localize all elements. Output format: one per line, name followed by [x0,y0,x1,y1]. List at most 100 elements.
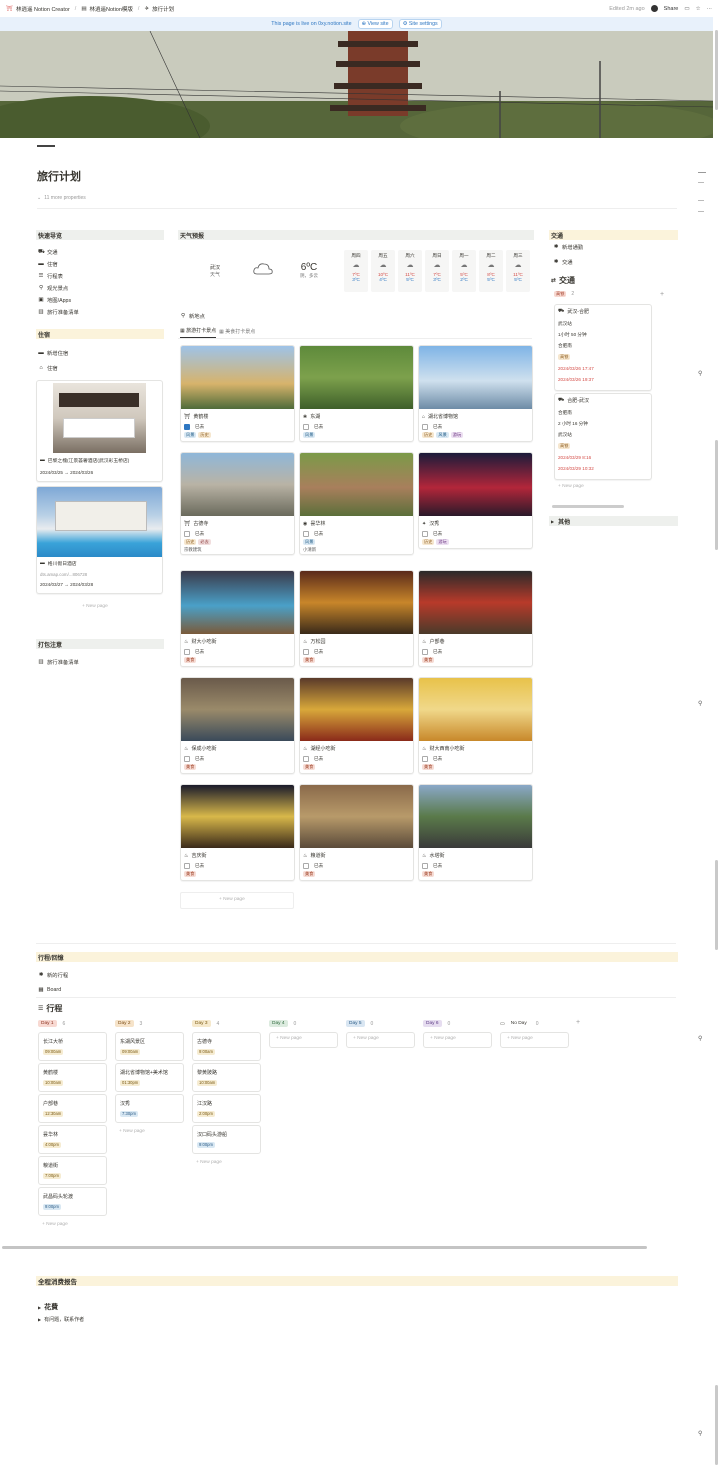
star-icon[interactable]: ☆ [696,6,701,12]
toc-marker[interactable] [698,211,704,212]
nav-item-transport[interactable]: ⛟ 交通 [38,248,58,257]
checkbox-icon[interactable] [422,531,428,537]
add-group-button[interactable]: + [660,291,664,298]
more-properties-toggle[interactable]: ⌄ 11 more properties [37,195,86,201]
itinerary-card[interactable]: 粮道街 7:00pm [38,1156,107,1185]
checkbox-icon[interactable] [422,649,428,655]
toc-marker[interactable] [698,182,704,183]
visited-checkbox[interactable]: 已去 [303,531,323,537]
scrollbar-thumb[interactable] [715,440,718,550]
new-commute-button[interactable]: ✱ 新增通勤 [553,243,584,251]
itinerary-card[interactable]: 湖北省博物馆+美术馆 01:30pm [115,1063,184,1092]
itinerary-card[interactable]: 昙华林 4:00pm [38,1125,107,1154]
spot-card[interactable]: ⛩ 古德寺 已去 历史 必去 宗教建筑 [180,452,295,555]
board-column-header[interactable]: Day 2 3 [115,1020,142,1027]
new-page-button[interactable]: + New page [42,1222,68,1227]
spot-card[interactable]: ♨ 万松园 已去 美食 [299,570,414,667]
board-column-header[interactable]: Day 5 0 [346,1020,373,1027]
more-icon[interactable]: ··· [707,6,713,12]
new-spot-button[interactable]: ⚲ 新地点 [180,312,205,320]
itinerary-card[interactable]: 长江大桥 09:00am [38,1032,107,1061]
spot-card[interactable]: ⌂ 湖北省博物馆 已去 历史 风景 游玩 [418,345,533,442]
visited-checkbox[interactable]: 已去 [184,863,204,869]
tab-food[interactable]: ▦ 美食打卡景点 [219,328,255,338]
toc-marker[interactable] [698,172,706,173]
hotel-url[interactable]: dts.amap.com/...806728 [40,572,87,577]
visited-checkbox[interactable]: 已去 [184,649,204,655]
other-toggle[interactable]: ▶ 其他 [549,516,678,526]
transport-db-link[interactable]: ✱ 交通 [553,258,573,266]
breadcrumb-item-3[interactable]: 旅行计划 [152,5,174,13]
spot-card[interactable]: ♨ 财大小吃街 已去 美食 [180,570,295,667]
visited-checkbox[interactable]: 已去 [422,649,442,655]
itinerary-card[interactable]: 古德寺 9:00am [192,1032,261,1061]
ai-icon[interactable]: ⚲ [698,1430,702,1437]
itinerary-card[interactable]: 汉秀 7:30pm [115,1094,184,1123]
ai-icon[interactable]: ⚲ [698,370,702,377]
scrollbar-thumb[interactable] [715,1385,718,1465]
checkbox-icon[interactable] [303,649,309,655]
spot-card[interactable]: ⛩ 黄鹤楼 已去 风景 历史 [180,345,295,442]
spot-card[interactable]: ♨ 财大西南小吃街 已去 美食 [418,677,533,774]
tab-sightseeing[interactable]: ▦ 旅游打卡景点 [180,327,217,338]
new-page-button[interactable]: + New page [500,1032,569,1048]
new-page-button[interactable]: + New page [119,1129,145,1134]
itinerary-card[interactable]: 武昌码头轮渡 9:00pm [38,1187,107,1216]
ai-icon[interactable]: ⚲ [698,700,702,707]
visited-checkbox[interactable]: 已去 [422,424,442,430]
itinerary-card[interactable]: 东湖风景区 09:00am [115,1032,184,1061]
share-button[interactable]: Share [664,6,679,12]
nav-item-schedule[interactable]: ☰ 行程表 [38,272,63,280]
new-page-button[interactable]: + New page [269,1032,338,1048]
visited-checkbox[interactable]: 已去 [303,649,323,655]
new-page-button[interactable]: + New page [423,1032,492,1048]
transport-card[interactable]: ⛟ 武汉-合肥 武汉站 1小时 50 分钟 合肥南 高铁 2024/03/26 1… [554,304,652,391]
spot-card[interactable]: ♨ 湖经小吃街 已去 美食 [299,677,414,774]
visited-checkbox[interactable]: 已去 [303,424,323,430]
itinerary-card[interactable]: 黎黄陂路 10:00am [192,1063,261,1092]
board-column-header[interactable]: Day 3 4 [192,1020,219,1027]
checkbox-icon[interactable] [422,863,428,869]
checkbox-icon[interactable] [184,649,190,655]
checkbox-icon[interactable] [184,863,190,869]
visited-checkbox[interactable]: 已去 [422,756,442,762]
board-column-header[interactable]: Day 6 0 [423,1020,450,1027]
checkbox-icon[interactable] [422,424,428,430]
lodging-db-link[interactable]: ⌂ 住宿 [38,364,57,372]
view-site-button[interactable]: ⊕ View site [357,19,393,29]
spot-card[interactable]: ❀ 东湖 已去 风景 [299,345,414,442]
expense-toggle[interactable]: ▶ 花費 [38,1302,58,1312]
spot-card[interactable]: ♨ 粮道街 已去 美食 [299,784,414,881]
hotel-card[interactable]: ▬ 巴黎之槐(江景荟奢酒店(武汉彩玉桥店) 2024/03/25 → 2024/0… [36,380,163,482]
nav-item-maps[interactable]: ▣ 地图/Apps [38,296,71,304]
checkbox-icon[interactable] [184,531,190,537]
itinerary-card[interactable]: 黄鹤楼 10:00am [38,1063,107,1092]
board-column-header[interactable]: ▭ No Day 0 [500,1020,539,1027]
new-lodging-button[interactable]: ▬ 新增住宿 [38,349,68,357]
spot-card[interactable]: ◉ 昙华林 已去 风景 小清新 [299,452,414,555]
board-column-header[interactable]: Day 1 6 [38,1020,65,1027]
breadcrumb-item-1[interactable]: 林逍遥 Notion Creator [16,5,70,13]
avatar[interactable] [650,5,658,12]
visited-checkbox[interactable]: 已去 [422,531,442,537]
contact-toggle[interactable]: ▶ 有问题，联系作者 [38,1316,84,1323]
new-spot-page[interactable]: + New page [180,892,294,909]
new-page-button[interactable]: + New page [558,484,584,489]
toc-marker[interactable] [698,200,704,201]
horizontal-scrollbar[interactable] [552,505,624,508]
checkbox-icon[interactable] [184,424,190,430]
horizontal-scrollbar[interactable] [2,1246,647,1249]
nav-item-packing[interactable]: ▥ 旅行准备清单 [38,308,78,316]
spot-card[interactable]: ✦ 汉秀 已去 历史 游玩 [418,452,533,549]
new-page-button[interactable]: + New page [196,1160,222,1165]
checkbox-icon[interactable] [303,531,309,537]
spot-card[interactable]: ♨ 水塔街 已去 美食 [418,784,533,881]
visited-checkbox[interactable]: 已去 [184,531,204,537]
add-column-button[interactable]: + [576,1019,580,1026]
board-view-tab[interactable]: ▦ Board [38,987,61,993]
breadcrumb-item-2[interactable]: 林逍遥Notion模版 [90,5,133,13]
ai-icon[interactable]: ⚲ [698,1035,702,1042]
cover-image[interactable] [0,31,713,138]
scrollbar-thumb[interactable] [715,30,718,110]
itinerary-card[interactable]: 江汉路 2:00pm [192,1094,261,1123]
